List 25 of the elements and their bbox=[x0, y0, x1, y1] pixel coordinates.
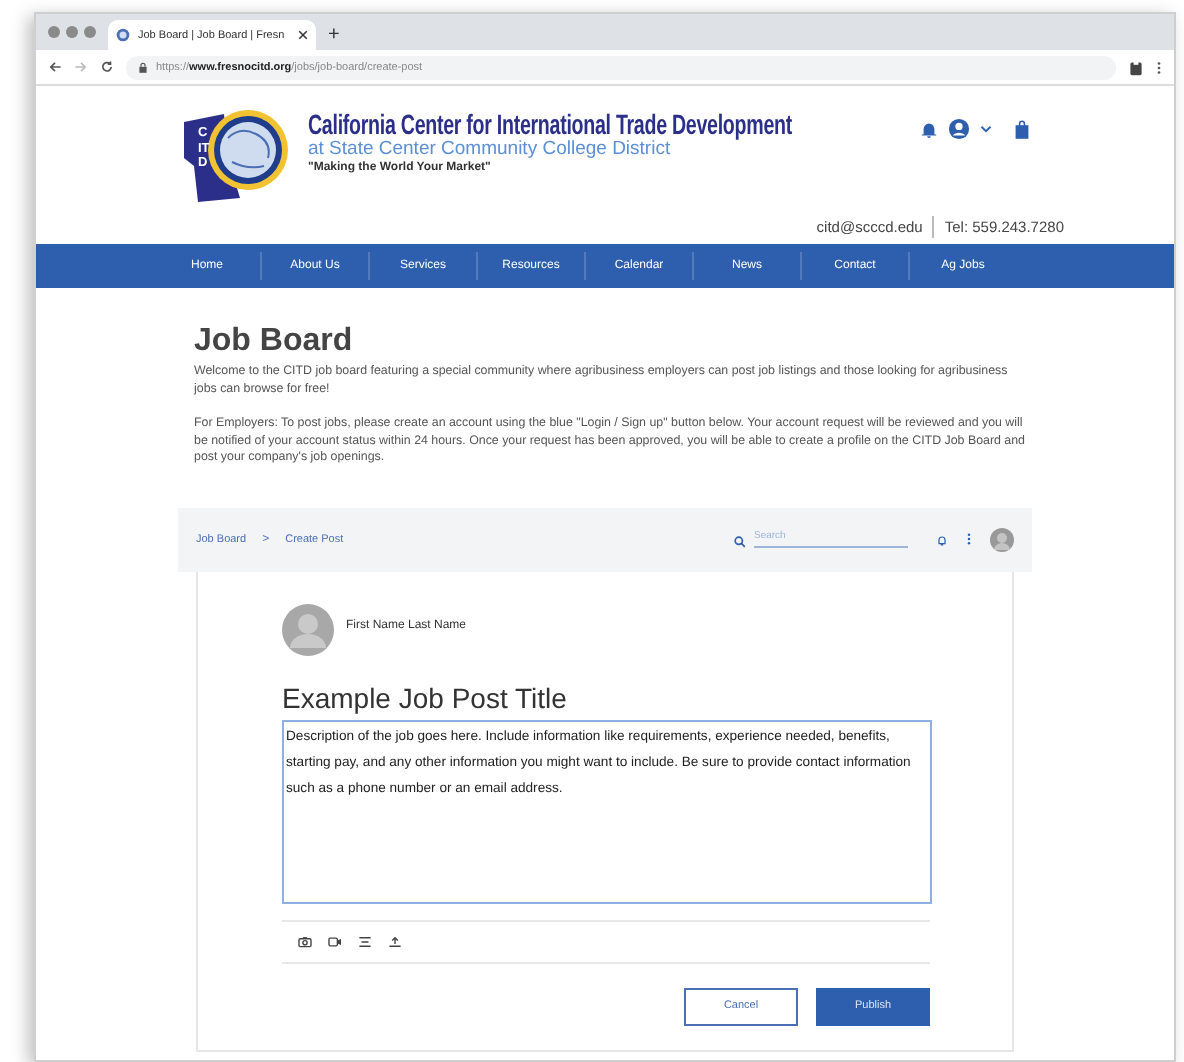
back-icon[interactable] bbox=[48, 60, 62, 74]
site-title: California Center for International Trade Development bbox=[308, 108, 794, 140]
new-tab-button[interactable]: + bbox=[316, 24, 352, 50]
bell-icon[interactable] bbox=[920, 120, 938, 138]
page-heading: Job Board bbox=[194, 324, 355, 360]
more-icon[interactable] bbox=[966, 532, 972, 546]
camera-icon[interactable] bbox=[298, 935, 312, 947]
search-icon bbox=[734, 536, 746, 548]
video-icon[interactable] bbox=[328, 935, 342, 947]
avatar-icon[interactable] bbox=[990, 527, 1014, 551]
clipboard-icon[interactable] bbox=[1128, 59, 1144, 75]
close-icon[interactable] bbox=[298, 30, 308, 40]
globe-icon bbox=[116, 28, 130, 42]
post-title: Example Job Post Title bbox=[282, 681, 569, 713]
chevron-down-icon[interactable] bbox=[980, 124, 992, 134]
site-subtitle: at State Center Community College District bbox=[308, 138, 673, 160]
bell-icon[interactable] bbox=[936, 533, 948, 545]
user-icon[interactable] bbox=[948, 118, 970, 140]
shopping-bag-icon[interactable] bbox=[1014, 119, 1030, 139]
avatar-icon bbox=[282, 603, 334, 655]
reload-icon[interactable] bbox=[100, 60, 114, 74]
menu-icon[interactable] bbox=[1156, 59, 1162, 75]
lock-icon bbox=[138, 61, 148, 73]
list-icon[interactable] bbox=[358, 935, 372, 947]
upload-icon[interactable] bbox=[388, 935, 402, 947]
